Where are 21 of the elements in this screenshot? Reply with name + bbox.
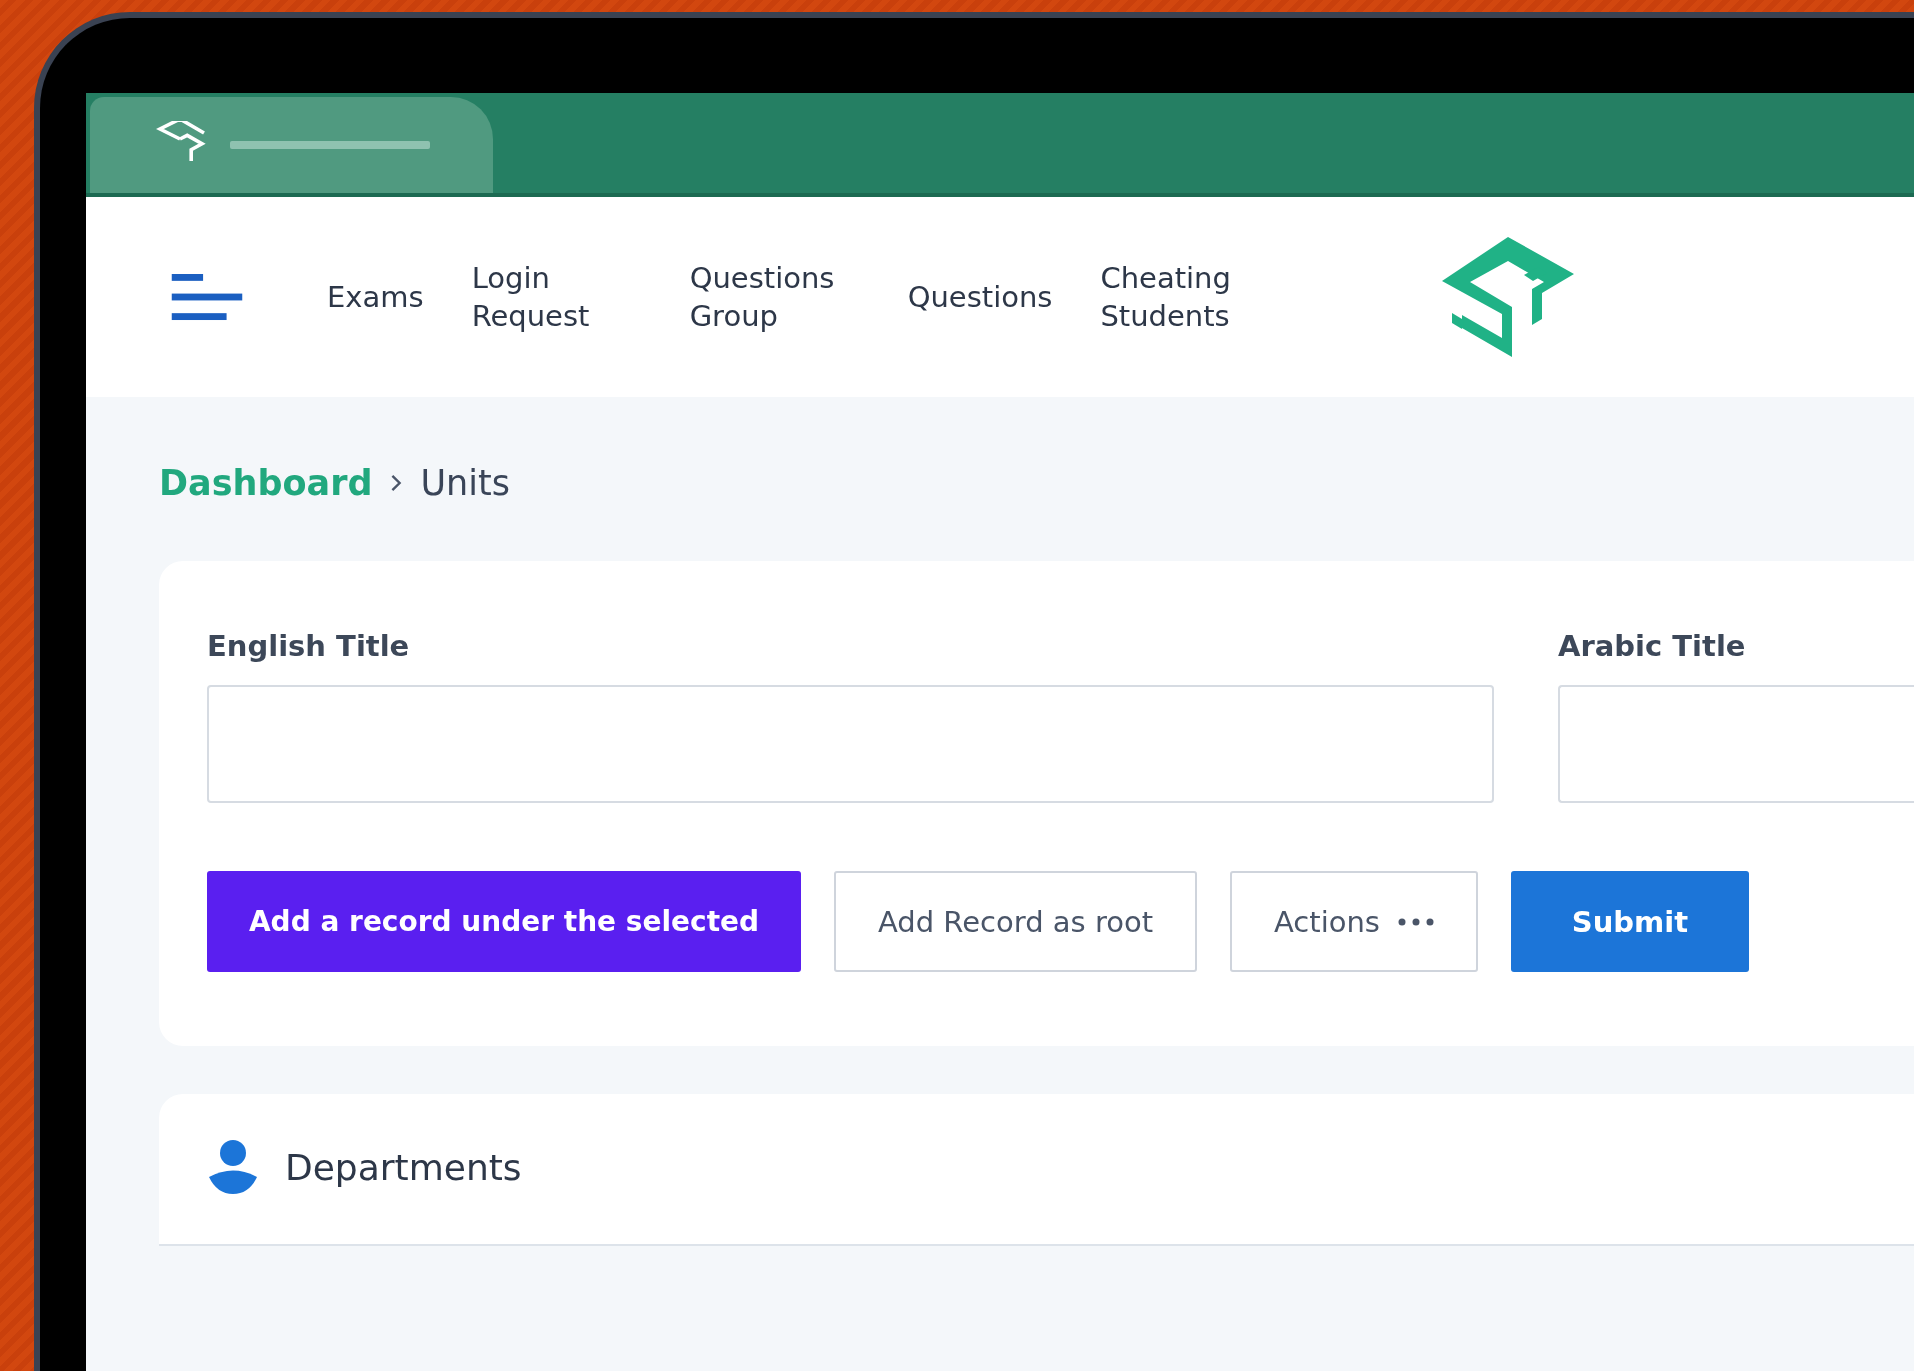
nav-link[interactable]: Cheating Students <box>1100 259 1271 335</box>
add-under-selected-button[interactable]: Add a record under the selected <box>207 871 801 972</box>
input-field[interactable] <box>207 685 1494 803</box>
add-root-button[interactable]: Add Record as root <box>834 871 1198 972</box>
more-icon <box>1397 917 1434 926</box>
menu-icon[interactable] <box>171 273 243 321</box>
browser-tab[interactable] <box>90 97 493 193</box>
chevron-icon <box>390 473 403 493</box>
user-icon <box>209 1140 257 1194</box>
nav-link[interactable]: Questions <box>907 278 1053 316</box>
logo-icon <box>1442 237 1575 357</box>
submit-button[interactable]: Submit <box>1510 871 1749 972</box>
nav-link[interactable]: Login Request <box>471 259 642 335</box>
breadcrumb-current: Units <box>420 463 510 503</box>
field-label: Arabic Title <box>1558 629 1747 663</box>
field-label: English Title <box>207 629 411 663</box>
nav-link[interactable]: Questions Group <box>689 259 860 335</box>
section-title: Departments <box>285 1146 522 1188</box>
input-field[interactable] <box>1558 685 1914 803</box>
nav-link[interactable]: Exams <box>327 278 424 316</box>
actions-button[interactable]: Actions <box>1230 871 1478 972</box>
